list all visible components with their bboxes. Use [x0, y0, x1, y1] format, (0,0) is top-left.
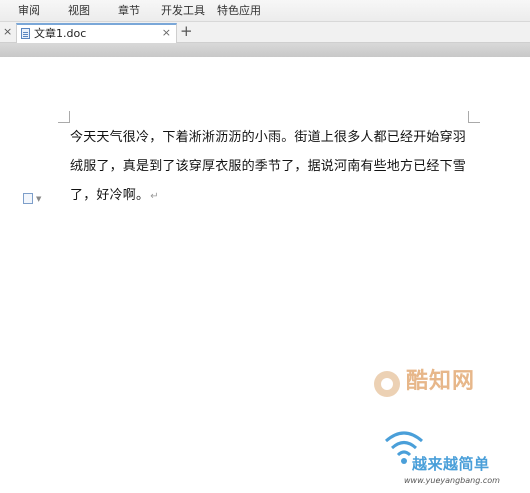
margin-corner-left	[58, 111, 70, 123]
menu-developer-tools[interactable]: 开发工具	[161, 4, 205, 18]
paragraph-text: 今天天气很冷，下着淅淅沥沥的小雨。街道上很多人都已经开始穿羽绒服了，真是到了该穿…	[70, 130, 467, 203]
paragraph-layout-icon[interactable]	[23, 193, 33, 204]
tab-document[interactable]: 文章1.doc ×	[16, 23, 177, 43]
document-paragraph[interactable]: 今天天气很冷，下着淅淅沥沥的小雨。街道上很多人都已经开始穿羽绒服了，真是到了该穿…	[70, 123, 468, 211]
document-page[interactable]: 今天天气很冷，下着淅淅沥沥的小雨。街道上很多人都已经开始穿羽绒服了，真是到了该穿…	[0, 57, 530, 485]
watermark-logo-text: 酷知网	[406, 369, 476, 394]
watermark-logo-icon	[374, 371, 400, 397]
document-tab-bar: × 文章1.doc × +	[0, 22, 530, 43]
tab-close-icon[interactable]: ×	[162, 26, 171, 40]
menu-review[interactable]: 审阅	[18, 4, 40, 18]
tab-title: 文章1.doc	[34, 27, 87, 40]
menu-bar: 审阅 视图 章节 开发工具 特色应用	[0, 0, 530, 22]
document-icon	[21, 28, 30, 39]
chevron-down-icon[interactable]: ▼	[36, 195, 41, 203]
new-tab-button[interactable]: +	[180, 22, 193, 40]
menu-view[interactable]: 视图	[68, 4, 90, 18]
watermark-brand-text: 越来越简单	[412, 455, 490, 473]
margin-corner-right	[468, 111, 480, 123]
watermark-url: www.yueyangbang.com	[404, 476, 500, 485]
menu-chapter[interactable]: 章节	[118, 4, 140, 18]
watermark: 酷知网 越来越简单 www.yueyangbang.com	[368, 367, 528, 493]
ruler-strip	[0, 43, 530, 57]
menu-special-apps[interactable]: 特色应用	[217, 4, 261, 18]
close-icon[interactable]: ×	[3, 25, 12, 39]
paragraph-mark-icon: ↵	[150, 191, 159, 202]
